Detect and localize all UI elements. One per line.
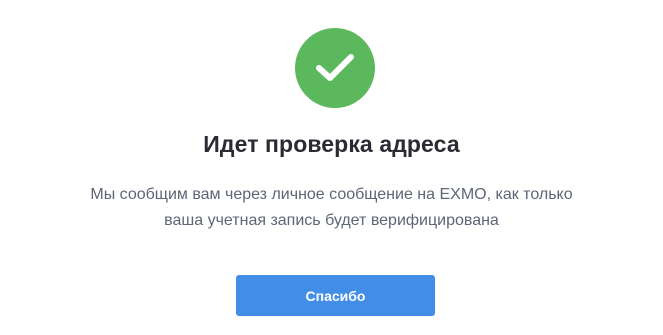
dialog-message: Мы сообщим вам через личное сообщение на…	[0, 182, 663, 234]
message-line-1: Мы сообщим вам через личное сообщение на…	[90, 186, 573, 203]
checkmark-icon	[316, 54, 354, 81]
check-circle-icon	[295, 28, 375, 108]
verification-dialog: Идет проверка адреса Мы сообщим вам чере…	[0, 0, 663, 335]
message-line-2: ваша учетная запись будет верифицирована	[164, 212, 499, 229]
dialog-title: Идет проверка адреса	[203, 131, 460, 157]
thanks-button[interactable]: Спасибо	[236, 275, 435, 316]
